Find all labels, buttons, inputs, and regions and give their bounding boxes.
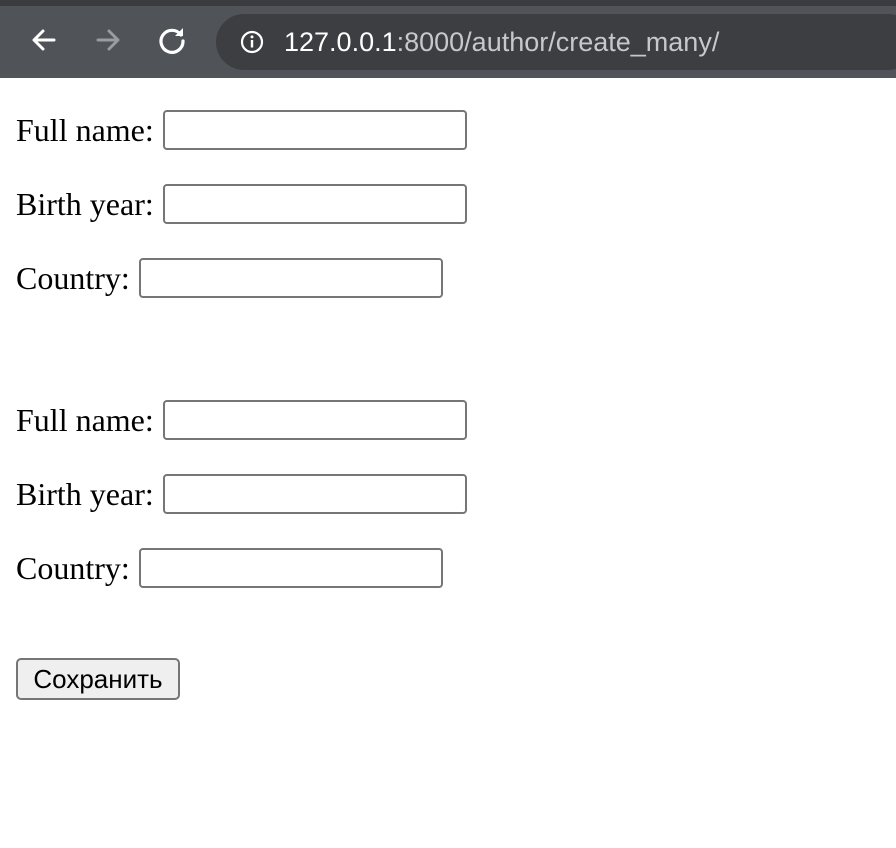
full-name-label: Full name:: [16, 401, 154, 438]
birth-year-label: Birth year:: [16, 475, 154, 512]
address-bar[interactable]: 127.0.0.1:8000/author/create_many/: [216, 14, 896, 70]
country-row: Country:: [16, 548, 443, 588]
url-path: :8000/author/create_many/: [396, 27, 720, 57]
info-icon[interactable]: [240, 30, 264, 54]
reload-icon: [159, 28, 185, 54]
birth-year-label: Birth year:: [16, 185, 154, 222]
back-arrow-icon: [32, 29, 56, 51]
full-name-row: Full name:: [16, 400, 467, 440]
full-name-input[interactable]: [162, 400, 467, 440]
country-input[interactable]: [138, 258, 443, 298]
country-label: Country:: [16, 259, 130, 296]
save-button[interactable]: Сохранить: [16, 658, 180, 700]
url-text[interactable]: 127.0.0.1:8000/author/create_many/: [284, 14, 719, 70]
birth-year-input[interactable]: [162, 474, 467, 514]
full-name-row: Full name:: [16, 110, 467, 150]
country-label: Country:: [16, 549, 130, 586]
full-name-label: Full name:: [16, 111, 154, 148]
country-input[interactable]: [138, 548, 443, 588]
url-host: 127.0.0.1: [284, 27, 397, 57]
reload-button[interactable]: [152, 20, 192, 60]
birth-year-row: Birth year:: [16, 474, 467, 514]
back-button[interactable]: [24, 20, 64, 60]
forward-arrow-icon: [96, 29, 120, 51]
full-name-input[interactable]: [162, 110, 467, 150]
birth-year-input[interactable]: [162, 184, 467, 224]
forward-button[interactable]: [88, 20, 128, 60]
birth-year-row: Birth year:: [16, 184, 467, 224]
browser-toolbar: 127.0.0.1:8000/author/create_many/: [0, 0, 896, 78]
country-row: Country:: [16, 258, 443, 298]
